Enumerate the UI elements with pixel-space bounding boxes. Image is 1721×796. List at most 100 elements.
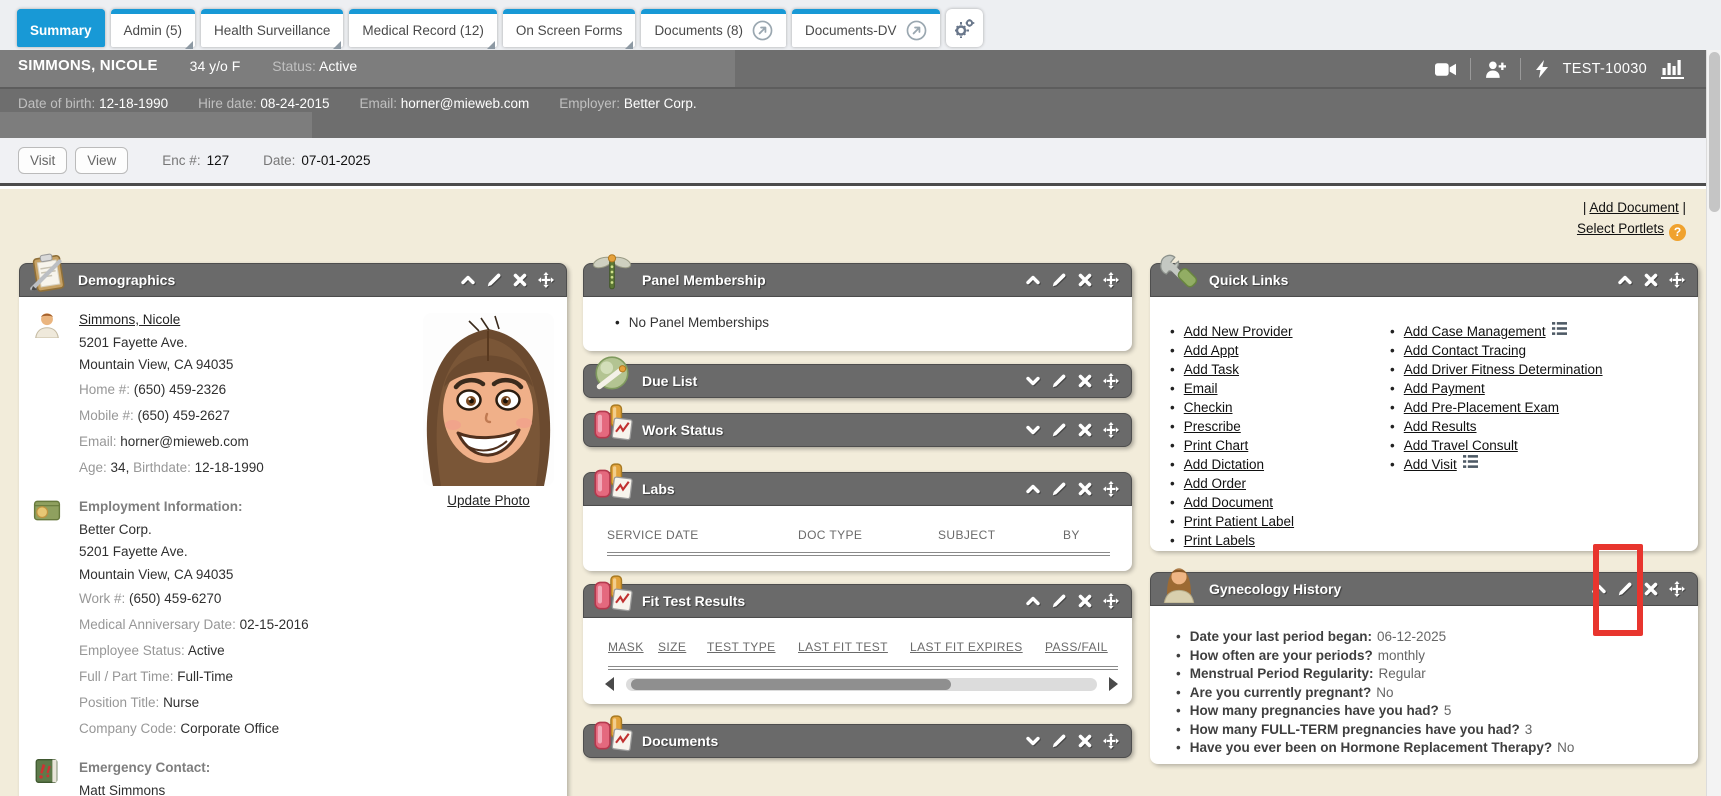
patient-header-inner-panel2 bbox=[0, 112, 312, 138]
add-order-link[interactable]: Add Order bbox=[1184, 474, 1246, 493]
due-list-header: Due List bbox=[583, 364, 1132, 398]
video-camera-icon[interactable] bbox=[1435, 62, 1456, 77]
sortable-column-header[interactable]: TEST TYPE bbox=[707, 640, 776, 654]
checkin-link[interactable]: Checkin bbox=[1184, 398, 1233, 417]
scrollbar-track[interactable] bbox=[626, 678, 1097, 691]
collapse-icon[interactable] bbox=[1025, 481, 1041, 497]
move-icon[interactable] bbox=[1669, 272, 1685, 288]
webchart-app-screen: Summary Admin (5) Health Surveillance Me… bbox=[0, 0, 1721, 796]
scrollbar-thumb[interactable] bbox=[631, 679, 951, 690]
edit-icon[interactable] bbox=[1051, 422, 1067, 438]
tab-documents[interactable]: Documents (8) bbox=[641, 9, 786, 47]
tab-health-surveillance[interactable]: Health Surveillance bbox=[201, 9, 343, 47]
collapse-icon[interactable] bbox=[1617, 272, 1633, 288]
vertical-scrollbar-thumb[interactable] bbox=[1709, 52, 1720, 212]
documents-portlet: Documents bbox=[583, 724, 1132, 758]
quick-link-item: Add Appt bbox=[1170, 341, 1390, 360]
help-icon[interactable] bbox=[1669, 224, 1686, 241]
close-icon[interactable] bbox=[1077, 272, 1093, 288]
emergency-name: Matt Simmons bbox=[79, 780, 567, 796]
tab-summary[interactable]: Summary bbox=[17, 9, 105, 47]
quick-link-item: Add Pre-Placement Exam bbox=[1390, 398, 1698, 417]
horizontal-scrollbar bbox=[605, 676, 1118, 692]
close-icon[interactable] bbox=[1077, 733, 1093, 749]
add-new-provider-link[interactable]: Add New Provider bbox=[1184, 322, 1293, 341]
sortable-column-header[interactable]: MASK bbox=[608, 640, 644, 654]
add-document-link[interactable]: Add Document bbox=[1184, 493, 1273, 512]
select-portlets-link[interactable]: Select Portlets bbox=[1577, 221, 1664, 236]
tab-on-screen-forms[interactable]: On Screen Forms bbox=[503, 9, 636, 47]
sortable-column-header[interactable]: SIZE bbox=[658, 640, 686, 654]
patient-name-link[interactable]: Simmons, Nicole bbox=[79, 312, 180, 327]
move-icon[interactable] bbox=[538, 272, 554, 288]
collapse-icon[interactable] bbox=[1025, 272, 1041, 288]
quick-link-item: Add Case Management bbox=[1390, 322, 1698, 341]
add-driver-fitness-link[interactable]: Add Driver Fitness Determination bbox=[1404, 360, 1603, 379]
move-icon[interactable] bbox=[1669, 581, 1685, 597]
scroll-right-arrow[interactable] bbox=[1109, 677, 1118, 691]
move-icon[interactable] bbox=[1103, 481, 1119, 497]
edit-icon[interactable] bbox=[1051, 593, 1067, 609]
add-payment-link[interactable]: Add Payment bbox=[1404, 379, 1485, 398]
emergency-contact-section: Emergency Contact: Matt Simmons Phone #1… bbox=[19, 756, 567, 796]
edit-icon[interactable] bbox=[1051, 733, 1067, 749]
print-patient-label-link[interactable]: Print Patient Label bbox=[1184, 512, 1294, 531]
expand-icon[interactable] bbox=[1025, 422, 1041, 438]
edit-icon[interactable] bbox=[486, 272, 502, 288]
move-icon[interactable] bbox=[1103, 733, 1119, 749]
add-task-link[interactable]: Add Task bbox=[1184, 360, 1239, 379]
close-icon[interactable] bbox=[1643, 272, 1659, 288]
collapse-icon[interactable] bbox=[1025, 593, 1041, 609]
close-icon[interactable] bbox=[1643, 581, 1659, 597]
collapse-icon[interactable] bbox=[460, 272, 476, 288]
tab-documents-dv[interactable]: Documents-DV bbox=[792, 9, 940, 47]
edit-icon[interactable] bbox=[1051, 272, 1067, 288]
add-document-link[interactable]: Add Document bbox=[1589, 200, 1678, 215]
update-photo-link[interactable]: Update Photo bbox=[447, 493, 530, 508]
email-link[interactable]: Email bbox=[1184, 379, 1218, 398]
close-icon[interactable] bbox=[1077, 373, 1093, 389]
close-icon[interactable] bbox=[1077, 481, 1093, 497]
close-icon[interactable] bbox=[1077, 593, 1093, 609]
tab-label: Documents (8) bbox=[654, 23, 743, 38]
add-contact-tracing-link[interactable]: Add Contact Tracing bbox=[1404, 341, 1526, 360]
patient-name: SIMMONS, NICOLE bbox=[18, 57, 158, 74]
move-icon[interactable] bbox=[1103, 272, 1119, 288]
add-person-icon[interactable] bbox=[1485, 61, 1506, 78]
move-icon[interactable] bbox=[1103, 593, 1119, 609]
add-appt-link[interactable]: Add Appt bbox=[1184, 341, 1239, 360]
view-button[interactable]: View bbox=[75, 147, 128, 174]
print-chart-link[interactable]: Print Chart bbox=[1184, 436, 1249, 455]
add-visit-link[interactable]: Add Visit bbox=[1404, 455, 1457, 474]
scroll-left-arrow[interactable] bbox=[605, 677, 614, 691]
expand-icon[interactable] bbox=[1025, 733, 1041, 749]
tab-label: Admin (5) bbox=[124, 23, 183, 38]
move-icon[interactable] bbox=[1103, 373, 1119, 389]
edit-icon[interactable] bbox=[1051, 373, 1067, 389]
sortable-column-header[interactable]: LAST FIT TEST bbox=[798, 640, 888, 654]
sortable-column-header[interactable]: LAST FIT EXPIRES bbox=[910, 640, 1023, 654]
add-travel-consult-link[interactable]: Add Travel Consult bbox=[1404, 436, 1518, 455]
add-results-link[interactable]: Add Results bbox=[1404, 417, 1477, 436]
tab-admin[interactable]: Admin (5) bbox=[111, 9, 196, 47]
column-header: SERVICE DATE bbox=[607, 528, 699, 542]
popout-arrow-icon[interactable] bbox=[906, 20, 927, 41]
flowsheet-chart-icon[interactable] bbox=[1661, 59, 1684, 79]
tab-settings-button[interactable] bbox=[946, 9, 983, 47]
move-icon[interactable] bbox=[1103, 422, 1119, 438]
add-dictation-link[interactable]: Add Dictation bbox=[1184, 455, 1264, 474]
sortable-column-header[interactable]: PASS/FAIL bbox=[1045, 640, 1108, 654]
vertical-scrollbar[interactable] bbox=[1706, 50, 1721, 796]
popout-arrow-icon[interactable] bbox=[752, 20, 773, 41]
tab-medical-record[interactable]: Medical Record (12) bbox=[349, 9, 497, 47]
expand-icon[interactable] bbox=[1025, 373, 1041, 389]
prescribe-link[interactable]: Prescribe bbox=[1184, 417, 1241, 436]
visit-button[interactable]: Visit bbox=[18, 147, 67, 174]
close-icon[interactable] bbox=[1077, 422, 1093, 438]
close-icon[interactable] bbox=[512, 272, 528, 288]
edit-icon[interactable] bbox=[1051, 481, 1067, 497]
lightning-bolt-icon[interactable] bbox=[1535, 60, 1549, 78]
print-labels-link[interactable]: Print Labels bbox=[1184, 531, 1255, 550]
add-pre-placement-exam-link[interactable]: Add Pre-Placement Exam bbox=[1404, 398, 1559, 417]
add-case-management-link[interactable]: Add Case Management bbox=[1404, 322, 1546, 341]
